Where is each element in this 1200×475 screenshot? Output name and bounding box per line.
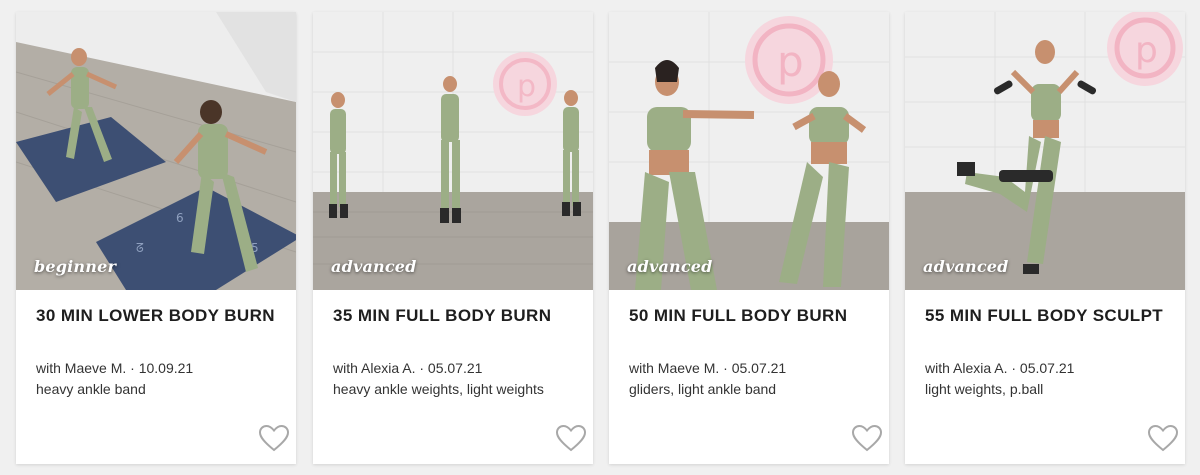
class-title[interactable]: 35 MIN FULL BODY BURN	[333, 306, 581, 326]
class-card[interactable]: p advanced 35 MIN FULL BODY BURN with Al…	[313, 12, 593, 464]
heart-outline-icon	[555, 424, 587, 452]
svg-text:p: p	[777, 37, 804, 86]
heart-outline-icon	[851, 424, 883, 452]
svg-text:ᘔ: ᘔ	[136, 241, 144, 255]
class-title[interactable]: 55 MIN FULL BODY SCULPT	[925, 306, 1173, 326]
class-card[interactable]: p advanced 55 MIN FULL BODY SCULPT with …	[905, 12, 1185, 464]
class-thumbnail-image: p	[905, 12, 1185, 290]
instructor-date: with Maeve M. · 10.09.21	[36, 360, 194, 376]
svg-text:p: p	[1135, 30, 1158, 71]
class-thumbnail[interactable]: p advanced	[313, 12, 593, 290]
equipment-list: heavy ankle weights, light weights	[333, 381, 544, 397]
svg-text:p: p	[517, 69, 536, 104]
class-title[interactable]: 30 MIN LOWER BODY BURN	[36, 306, 284, 326]
class-thumbnail[interactable]: p advanced	[905, 12, 1185, 290]
difficulty-label: advanced	[331, 257, 417, 276]
heart-outline-icon	[1147, 424, 1179, 452]
difficulty-label: beginner	[34, 257, 117, 276]
difficulty-label: advanced	[923, 257, 1009, 276]
instructor-date: with Maeve M. · 05.07.21	[629, 360, 787, 376]
difficulty-label: advanced	[627, 257, 713, 276]
class-thumbnail-image: ᘔ65	[16, 12, 296, 290]
class-thumbnail-image: p	[313, 12, 593, 290]
equipment-list: heavy ankle band	[36, 381, 146, 397]
instructor-date: with Alexia A. · 05.07.21	[333, 360, 483, 376]
favorite-button[interactable]	[258, 424, 290, 452]
equipment-list: gliders, light ankle band	[629, 381, 777, 397]
heart-outline-icon	[258, 424, 290, 452]
class-thumbnail[interactable]: ᘔ65 beginner	[16, 12, 296, 290]
class-card[interactable]: p advanced 50 MIN FULL BODY BURN with Ma…	[609, 12, 889, 464]
favorite-button[interactable]	[555, 424, 587, 452]
class-title[interactable]: 50 MIN FULL BODY BURN	[629, 306, 877, 326]
instructor-date: with Alexia A. · 05.07.21	[925, 360, 1075, 376]
class-grid: ᘔ65 beginner 30 MIN LOWER BODY BURN with…	[0, 0, 1200, 475]
svg-text:6: 6	[176, 211, 184, 225]
equipment-list: light weights, p.ball	[925, 381, 1044, 397]
class-card[interactable]: ᘔ65 beginner 30 MIN LOWER BODY BURN with…	[16, 12, 296, 464]
class-thumbnail-image: p	[609, 12, 889, 290]
class-thumbnail[interactable]: p advanced	[609, 12, 889, 290]
favorite-button[interactable]	[1147, 424, 1179, 452]
favorite-button[interactable]	[851, 424, 883, 452]
